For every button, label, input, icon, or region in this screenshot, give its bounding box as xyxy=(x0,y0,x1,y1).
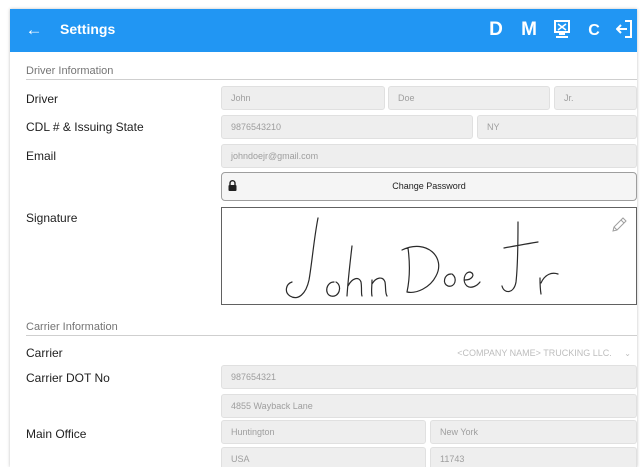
driver-last-name-field[interactable]: Doe xyxy=(388,86,550,110)
device-icon xyxy=(554,20,570,38)
chevron-down-icon: ⌄ xyxy=(624,349,631,358)
driver-first-name-field[interactable]: John xyxy=(221,86,385,110)
email-field[interactable]: johndoejr@gmail.com xyxy=(221,144,637,168)
change-password-label: Change Password xyxy=(392,181,466,191)
carrier-dot-label: Carrier DOT No xyxy=(26,371,110,385)
divider xyxy=(26,79,637,80)
carrier-dropdown[interactable]: <COMPANY NAME> TRUCKING LLC. ⌄ xyxy=(432,345,637,361)
office-address-field[interactable]: 4855 Wayback Lane xyxy=(221,394,637,418)
signature-drawing xyxy=(285,217,559,299)
refresh-icon: C xyxy=(588,22,600,39)
refresh-button[interactable]: C xyxy=(583,17,605,43)
back-button[interactable]: ← xyxy=(23,19,45,41)
cdl-label: CDL # & Issuing State xyxy=(26,120,144,134)
cdl-state-field[interactable]: NY xyxy=(477,115,637,139)
m-button[interactable]: M xyxy=(517,17,541,43)
settings-screen: ← Settings D M C Driver Information Driv… xyxy=(10,9,637,467)
office-state-field[interactable]: New York xyxy=(430,420,637,444)
main-office-label: Main Office xyxy=(26,427,87,441)
signature-label: Signature xyxy=(26,211,78,225)
carrier-label: Carrier xyxy=(26,346,63,360)
driver-information-header: Driver Information xyxy=(26,65,114,77)
app-bar: ← Settings D M C xyxy=(10,9,637,52)
office-zip-field[interactable]: 11743 xyxy=(430,447,637,467)
d-button[interactable]: D xyxy=(485,17,507,43)
divider xyxy=(26,335,637,336)
logout-icon xyxy=(616,20,632,38)
pencil-icon[interactable] xyxy=(610,216,628,234)
driver-suffix-field[interactable]: Jr. xyxy=(554,86,637,110)
cdl-number-field[interactable]: 9876543210 xyxy=(221,115,473,139)
carrier-information-header: Carrier Information xyxy=(26,321,118,333)
signature-pad[interactable] xyxy=(221,207,637,305)
page-title: Settings xyxy=(60,21,116,37)
change-password-button[interactable]: Change Password xyxy=(221,172,637,201)
logout-button[interactable] xyxy=(613,17,635,43)
arrow-left-icon: ← xyxy=(25,20,43,39)
office-city-field[interactable]: Huntington xyxy=(221,420,426,444)
office-country-field[interactable]: USA xyxy=(221,447,426,467)
carrier-dot-field[interactable]: 987654321 xyxy=(221,365,637,389)
driver-label: Driver xyxy=(26,92,58,106)
carrier-selected-value: <COMPANY NAME> TRUCKING LLC. xyxy=(457,348,612,358)
email-label: Email xyxy=(26,149,57,163)
device-button[interactable] xyxy=(551,17,573,43)
